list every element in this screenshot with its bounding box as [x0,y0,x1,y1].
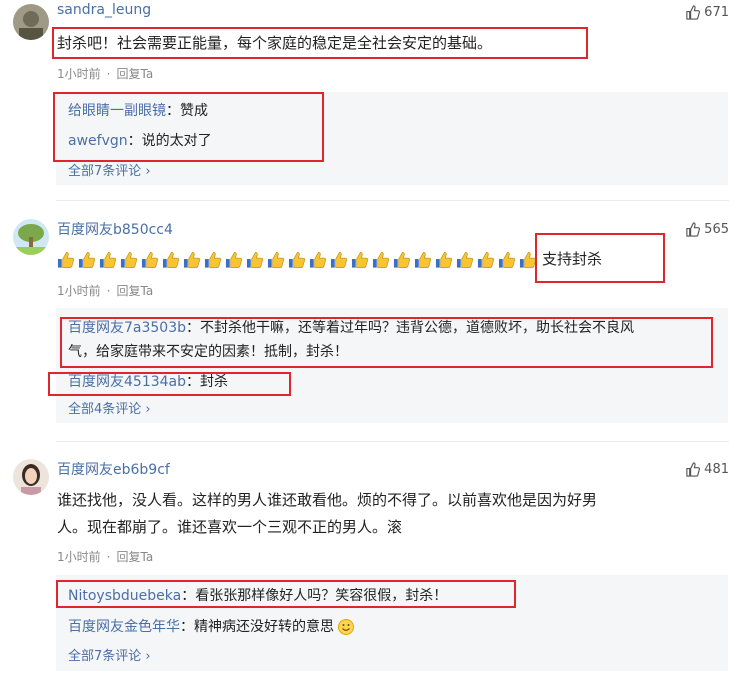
reply-text: 看张张那样像好人吗？笑容很假，封杀！ [195,588,448,604]
like-count: 481 [704,462,729,477]
thumbs-up-emoji-icon [330,251,349,269]
reply-username[interactable]: 百度网友45134ab [68,374,186,390]
reply-username[interactable]: awefvgn [68,133,128,149]
view-all-replies-link[interactable]: 全部7条评论 › [68,645,151,664]
divider [56,200,729,201]
reply-username[interactable]: Nitoysbduebeka [68,588,181,604]
reply-item: 给眼睛一副眼镜：赞成 [68,103,208,119]
reply-list: 百度网友7a3503b：不封杀他干嘛，还等着过年吗？违背公德，道德败坏，助长社会… [56,308,728,423]
like-button[interactable]: 565 [685,222,729,237]
comment-text-content: 支持封杀 [542,250,603,268]
like-button[interactable]: 481 [685,462,729,477]
comment-2: 百度网友b850cc4 565 支持封杀 1小时前 · 回复Ta 百度网友7a350… [0,215,751,435]
reply-list: Nitoysbduebeka：看张张那样像好人吗？笑容很假，封杀！ 百度网友金色… [56,575,728,671]
like-count: 565 [704,222,729,237]
thumbs-up-icon [686,5,701,20]
reply-list: 给眼睛一副眼镜：赞成 awefvgn：说的太对了 全部7条评论 › [56,92,728,185]
comment-1: sandra_leung 671 封杀吧！社会需要正能量，每个家庭的稳定是全社会… [0,0,751,195]
reply-text: 不封杀他干嘛，还等着过年吗？违背公德，道德败坏，助长社会不良风 [200,320,635,336]
thumbs-up-emoji-icon [99,251,118,269]
reply-button[interactable]: 回复Ta [116,67,153,81]
avatar[interactable] [13,459,49,495]
username[interactable]: sandra_leung [57,2,151,18]
comment-meta: 1小时前 · 回复Ta [57,550,154,564]
thumbs-up-emoji-icon [246,251,265,269]
divider [56,441,729,442]
thumbs-up-emoji-icon [393,251,412,269]
avatar[interactable] [13,4,49,40]
reply-text: 气，给家庭带来不安定的因素！抵制，封杀！ [68,344,348,360]
comment-text: 谁还找他，没人看。这样的男人谁还敢看他。烦的不得了。以前喜欢他是因为好男 人。现在… [57,491,598,536]
timestamp: 1小时前 [57,550,101,564]
avatar[interactable] [13,219,49,255]
reply-button[interactable]: 回复Ta [116,550,153,564]
reply-item: awefvgn：说的太对了 [68,133,212,149]
thumbs-up-emoji-icon [225,251,244,269]
thumbs-up-emoji-row [57,250,540,268]
thumbs-up-icon [686,462,701,477]
thumbs-up-emoji-icon [351,251,370,269]
thumbs-up-emoji-icon [435,251,454,269]
thumbs-up-emoji-icon [120,251,139,269]
thumbs-up-emoji-icon [309,251,328,269]
view-all-replies-link[interactable]: 全部7条评论 › [68,160,151,179]
thumbs-up-emoji-icon [204,251,223,269]
reply-item: 百度网友金色年华：精神病还没好转的意思 [68,616,355,636]
like-count: 671 [704,5,729,20]
thumbs-up-icon [686,222,701,237]
reply-username[interactable]: 给眼睛一副眼镜 [68,103,166,119]
username[interactable]: 百度网友b850cc4 [57,219,173,239]
timestamp: 1小时前 [57,67,101,81]
reply-text: 封杀 [200,374,229,390]
thumbs-up-emoji-icon [141,251,160,269]
username[interactable]: 百度网友eb6b9cf [57,459,170,479]
thumbs-up-emoji-icon [477,251,496,269]
comment-3: 百度网友eb6b9cf 481 谁还找他，没人看。这样的男人谁还敢看他。烦的不得… [0,455,751,685]
thumbs-up-emoji-icon [519,251,538,269]
reply-item: 百度网友7a3503b：不封杀他干嘛，还等着过年吗？违背公德，道德败坏，助长社会… [68,320,635,360]
smile-emoji-icon [338,619,355,635]
thumbs-up-emoji-icon [183,251,202,269]
reply-text: 赞成 [180,103,208,119]
reply-button[interactable]: 回复Ta [116,284,153,298]
reply-text: 精神病还没好转的意思 [194,619,334,635]
reply-item: Nitoysbduebeka：看张张那样像好人吗？笑容很假，封杀！ [68,588,448,604]
thumbs-up-emoji-icon [57,251,76,269]
comment-text: 支持封杀 [57,246,602,273]
thumbs-up-emoji-icon [414,251,433,269]
reply-username[interactable]: 百度网友金色年华 [68,619,180,635]
thumbs-up-emoji-icon [456,251,475,269]
like-button[interactable]: 671 [685,5,729,20]
thumbs-up-emoji-icon [498,251,517,269]
timestamp: 1小时前 [57,284,101,298]
comment-meta: 1小时前 · 回复Ta [57,284,154,298]
thumbs-up-emoji-icon [372,251,391,269]
thumbs-up-emoji-icon [162,251,181,269]
reply-text: 说的太对了 [141,133,212,149]
thumbs-up-emoji-icon [78,251,97,269]
thumbs-up-emoji-icon [288,251,307,269]
thumbs-up-emoji-icon [267,251,286,269]
comment-meta: 1小时前 · 回复Ta [57,67,154,81]
reply-username[interactable]: 百度网友7a3503b [68,320,186,336]
comment-text: 封杀吧！社会需要正能量，每个家庭的稳定是全社会安定的基础。 [57,34,493,52]
reply-item: 百度网友45134ab：封杀 [68,374,229,390]
view-all-replies-link[interactable]: 全部4条评论 › [68,398,151,417]
